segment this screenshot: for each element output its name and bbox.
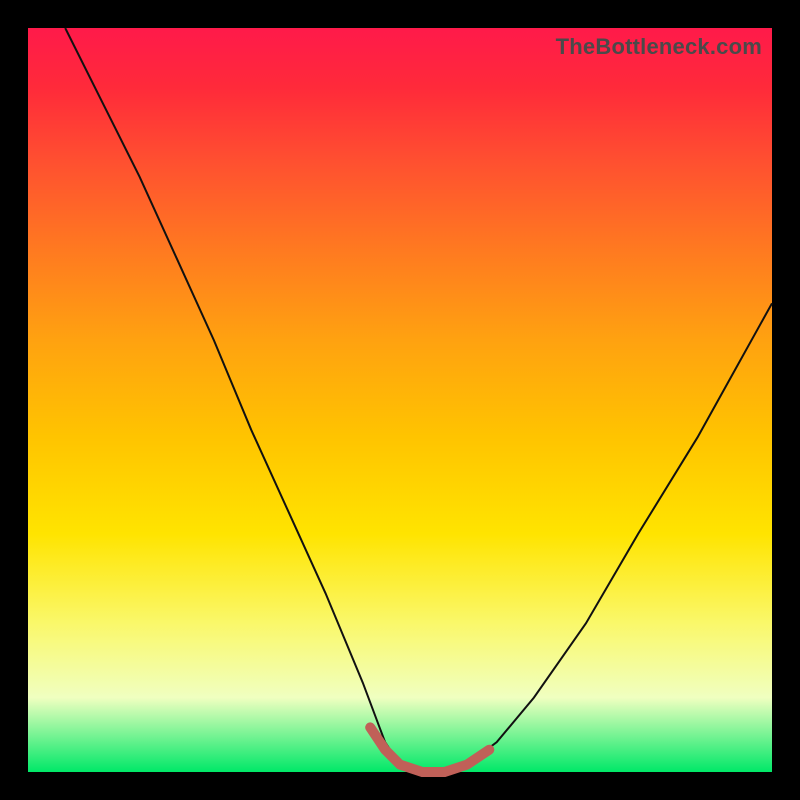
chart-svg: [28, 28, 772, 772]
chart-plot-area: TheBottleneck.com: [28, 28, 772, 772]
bottleneck-curve-line: [65, 28, 772, 772]
optimal-zone-line: [370, 727, 489, 772]
chart-frame: TheBottleneck.com: [0, 0, 800, 800]
